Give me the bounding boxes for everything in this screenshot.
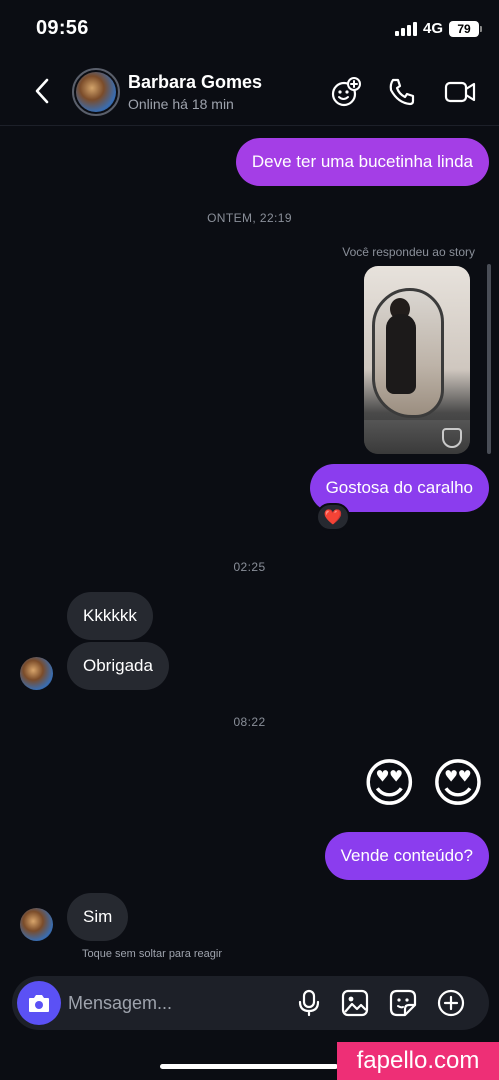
- message-list[interactable]: Deve ter uma bucetinha linda ONTEM, 22:1…: [0, 126, 499, 972]
- battery-icon: 79: [449, 20, 482, 37]
- camera-button[interactable]: [17, 981, 61, 1025]
- watermark: fapello.com: [337, 1042, 499, 1080]
- back-icon[interactable]: [30, 76, 56, 106]
- sender-avatar[interactable]: [20, 657, 53, 690]
- emoji-message[interactable]: 😍 😍: [362, 758, 485, 810]
- plus-circle-icon[interactable]: [436, 988, 466, 1018]
- message-input[interactable]: [68, 988, 288, 1018]
- message-sent[interactable]: Deve ter uma bucetinha linda: [235, 138, 489, 186]
- contact-status: Online há 18 min: [128, 96, 234, 112]
- contact-avatar[interactable]: [72, 68, 120, 116]
- message-received[interactable]: Kkkkkk: [67, 592, 153, 640]
- video-icon[interactable]: [444, 76, 476, 108]
- time-separator: 02:25: [233, 560, 266, 574]
- avatar-effects-icon[interactable]: [330, 76, 362, 108]
- scrollbar[interactable]: [487, 264, 491, 454]
- sender-avatar[interactable]: [20, 908, 53, 941]
- microphone-icon[interactable]: [294, 988, 324, 1018]
- signal-icon: [394, 21, 417, 36]
- message-sent[interactable]: Vende conteúdo?: [324, 832, 489, 880]
- message-received[interactable]: Obrigada: [67, 642, 169, 690]
- phone-icon[interactable]: [386, 76, 418, 108]
- story-reply-label: Você respondeu ao story: [342, 245, 475, 259]
- status-time: 09:56: [36, 17, 89, 39]
- time-separator: 08:22: [233, 715, 266, 729]
- status-indicators: 4G 79: [394, 20, 482, 37]
- contact-name[interactable]: Barbara Gomes: [128, 72, 262, 93]
- message-composer: [12, 976, 489, 1030]
- chat-header: Barbara Gomes Online há 18 min: [0, 58, 499, 126]
- home-indicator[interactable]: [160, 1064, 338, 1069]
- status-bar: 09:56 4G 79: [0, 0, 499, 58]
- camera-icon: [29, 995, 49, 1012]
- gallery-icon[interactable]: [340, 988, 370, 1018]
- sticker-icon[interactable]: [388, 988, 418, 1018]
- heart-reaction[interactable]: ❤️: [316, 503, 350, 531]
- message-received[interactable]: Sim: [67, 893, 129, 941]
- react-hint: Toque sem soltar para reagir: [82, 948, 223, 960]
- time-separator: ONTEM, 22:19: [207, 211, 292, 225]
- story-thumbnail[interactable]: [364, 266, 470, 454]
- network-label: 4G: [422, 20, 443, 37]
